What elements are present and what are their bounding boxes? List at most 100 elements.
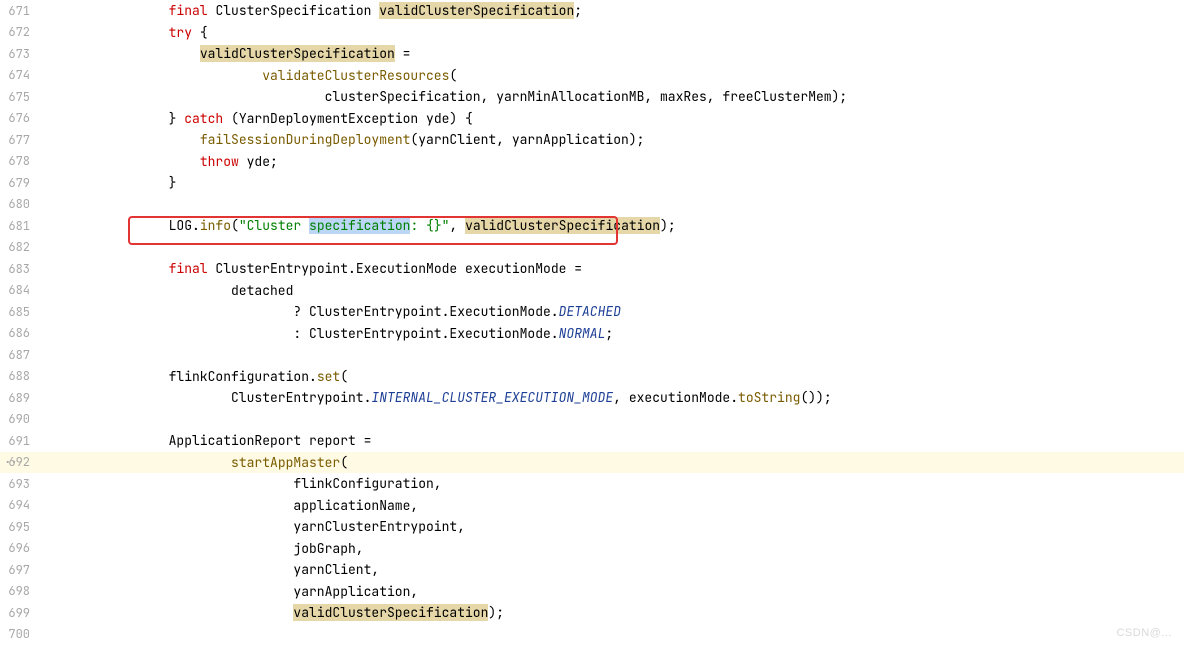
code-line[interactable]: 675 clusterSpecification, yarnMinAllocat…: [0, 86, 1184, 108]
code-line[interactable]: 671 final ClusterSpecification validClus…: [0, 0, 1184, 22]
method-call: failSessionDuringDeployment: [200, 131, 411, 148]
code-text[interactable]: detached: [50, 282, 1184, 299]
line-number: 683: [0, 261, 50, 277]
code-text[interactable]: flinkConfiguration,: [50, 475, 1184, 492]
code-line[interactable]: 696 jobGraph,: [0, 538, 1184, 560]
code-text[interactable]: yarnApplication,: [50, 583, 1184, 600]
line-number: 694: [0, 497, 50, 513]
line-number: 699: [0, 605, 50, 621]
line-number: 677: [0, 132, 50, 148]
line-number: 671: [0, 3, 50, 19]
code-text[interactable]: validateClusterResources(: [50, 67, 1184, 84]
code-line[interactable]: 681 LOG.info("Cluster specification: {}"…: [0, 215, 1184, 237]
code-line[interactable]: 689 ClusterEntrypoint.INTERNAL_CLUSTER_E…: [0, 387, 1184, 409]
code-text[interactable]: yarnClusterEntrypoint,: [50, 518, 1184, 535]
code-line[interactable]: 699 validClusterSpecification);: [0, 602, 1184, 624]
method-call: info: [200, 217, 231, 234]
code-line[interactable]: 697 yarnClient,: [0, 559, 1184, 581]
line-number: 687: [0, 347, 50, 363]
code-line[interactable]: 691 ApplicationReport report =: [0, 430, 1184, 452]
code-line[interactable]: 676 } catch (YarnDeploymentException yde…: [0, 108, 1184, 130]
code-text[interactable]: validClusterSpecification);: [50, 604, 1184, 621]
line-number: 696: [0, 540, 50, 556]
keyword-catch: catch: [184, 110, 223, 127]
code-line[interactable]: 688 flinkConfiguration.set(: [0, 366, 1184, 388]
highlighted-identifier: validClusterSpecification: [465, 217, 660, 234]
highlighted-identifier: validClusterSpecification: [200, 45, 395, 62]
line-number: 679: [0, 175, 50, 191]
line-number: 675: [0, 89, 50, 105]
code-line[interactable]: 690: [0, 409, 1184, 431]
code-line[interactable]: 673 validClusterSpecification =: [0, 43, 1184, 65]
code-text[interactable]: : ClusterEntrypoint.ExecutionMode.NORMAL…: [50, 325, 1184, 342]
code-text[interactable]: ClusterEntrypoint.INTERNAL_CLUSTER_EXECU…: [50, 389, 1184, 406]
line-number: 674: [0, 67, 50, 83]
code-line[interactable]: 674 validateClusterResources(: [0, 65, 1184, 87]
code-line[interactable]: 687: [0, 344, 1184, 366]
code-line[interactable]: 698 yarnApplication,: [0, 581, 1184, 603]
constant: DETACHED: [559, 303, 621, 320]
method-call: validateClusterResources: [262, 67, 449, 84]
selected-text: specification: [309, 217, 410, 234]
method-call: startAppMaster: [231, 454, 340, 471]
code-line[interactable]: 678 throw yde;: [0, 151, 1184, 173]
constant: INTERNAL_CLUSTER_EXECUTION_MODE: [371, 389, 613, 406]
code-line[interactable]: 685 ? ClusterEntrypoint.ExecutionMode.DE…: [0, 301, 1184, 323]
watermark-text: CSDN@...: [1116, 627, 1172, 639]
breakpoint-marker-icon[interactable]: ••: [5, 456, 18, 468]
code-text[interactable]: ApplicationReport report =: [50, 432, 1184, 449]
line-number: 672: [0, 24, 50, 40]
line-number: 691: [0, 433, 50, 449]
code-text[interactable]: failSessionDuringDeployment(yarnClient, …: [50, 131, 1184, 148]
code-text[interactable]: }: [50, 174, 1184, 191]
line-number: 693: [0, 476, 50, 492]
code-line[interactable]: 682: [0, 237, 1184, 259]
keyword-final: final: [169, 260, 208, 277]
line-number: 700: [0, 626, 50, 642]
line-number: 684: [0, 282, 50, 298]
line-number: 681: [0, 218, 50, 234]
code-text[interactable]: validClusterSpecification =: [50, 45, 1184, 62]
line-number: 682: [0, 239, 50, 255]
code-text[interactable]: yarnClient,: [50, 561, 1184, 578]
line-number: 686: [0, 325, 50, 341]
code-text[interactable]: flinkConfiguration.set(: [50, 368, 1184, 385]
code-text[interactable]: throw yde;: [50, 153, 1184, 170]
code-line[interactable]: 695 yarnClusterEntrypoint,: [0, 516, 1184, 538]
code-line[interactable]: 680: [0, 194, 1184, 216]
code-line[interactable]: 683 final ClusterEntrypoint.ExecutionMod…: [0, 258, 1184, 280]
highlighted-identifier: validClusterSpecification: [293, 604, 488, 621]
code-line[interactable]: 677 failSessionDuringDeployment(yarnClie…: [0, 129, 1184, 151]
keyword-throw: throw: [200, 153, 239, 170]
code-text[interactable]: final ClusterEntrypoint.ExecutionMode ex…: [50, 260, 1184, 277]
line-number: 673: [0, 46, 50, 62]
code-text[interactable]: clusterSpecification, yarnMinAllocationM…: [50, 88, 1184, 105]
line-number: 690: [0, 411, 50, 427]
code-line[interactable]: 694 applicationName,: [0, 495, 1184, 517]
code-editor[interactable]: 671 final ClusterSpecification validClus…: [0, 0, 1184, 645]
code-line-highlighted[interactable]: •• 692 startAppMaster(: [0, 452, 1184, 474]
code-text[interactable]: applicationName,: [50, 497, 1184, 514]
code-line[interactable]: 679 }: [0, 172, 1184, 194]
method-call: set: [317, 368, 340, 385]
string-literal: : {}": [410, 217, 449, 234]
constant: NORMAL: [559, 325, 606, 342]
highlighted-identifier: validClusterSpecification: [379, 2, 574, 19]
code-text[interactable]: LOG.info("Cluster specification: {}", va…: [50, 217, 1184, 234]
code-text[interactable]: } catch (YarnDeploymentException yde) {: [50, 110, 1184, 127]
code-line[interactable]: 686 : ClusterEntrypoint.ExecutionMode.NO…: [0, 323, 1184, 345]
code-text[interactable]: ? ClusterEntrypoint.ExecutionMode.DETACH…: [50, 303, 1184, 320]
code-line[interactable]: 700: [0, 624, 1184, 646]
code-line[interactable]: 672 try {: [0, 22, 1184, 44]
code-text[interactable]: startAppMaster(: [50, 454, 1184, 471]
code-text[interactable]: try {: [50, 24, 1184, 41]
code-text[interactable]: jobGraph,: [50, 540, 1184, 557]
line-number: 695: [0, 519, 50, 535]
line-number: 697: [0, 562, 50, 578]
line-number: 689: [0, 390, 50, 406]
line-number: 678: [0, 153, 50, 169]
code-line[interactable]: 684 detached: [0, 280, 1184, 302]
line-number: 688: [0, 368, 50, 384]
code-text[interactable]: final ClusterSpecification validClusterS…: [50, 2, 1184, 19]
code-line[interactable]: 693 flinkConfiguration,: [0, 473, 1184, 495]
